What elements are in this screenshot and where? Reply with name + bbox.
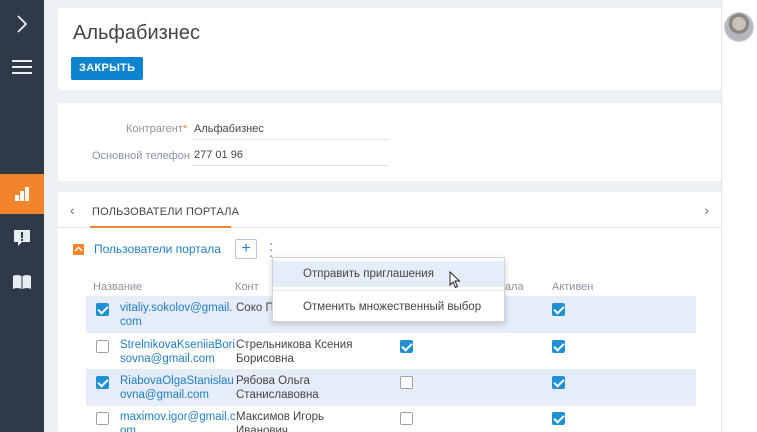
menu-cancel-multiselect[interactable]: Отменить множественный выбор [273, 294, 504, 320]
detail-title[interactable]: Пользователи портала [94, 242, 221, 256]
user-name-link[interactable]: RiabovaOlgaStanislauovna@gmail.com [120, 374, 236, 402]
user-name-link[interactable]: maximov.igor@gmail.com [120, 410, 236, 432]
tab-next-icon[interactable]: › [704, 202, 709, 218]
right-sidebar [721, 0, 757, 432]
tab-bar: ‹ ПОЛЬЗОВАТЕЛИ ПОРТАЛА › [58, 192, 721, 228]
table-row[interactable]: RiabovaOlgaStanislauovna@gmail.com Рябова… [86, 369, 696, 406]
active-checkbox[interactable] [552, 412, 565, 425]
close-button[interactable]: ЗАКРЫТЬ [71, 57, 144, 80]
page-title: Альфабизнес [73, 22, 200, 44]
portal-checkbox[interactable] [400, 340, 413, 353]
mouse-cursor-icon [449, 271, 461, 289]
tab-portal-users[interactable]: ПОЛЬЗОВАТЕЛИ ПОРТАЛА [92, 206, 239, 218]
row-select-checkbox[interactable] [96, 412, 109, 425]
profile-card: Контрагент* Альфабизнес Основной телефон… [58, 103, 721, 181]
table-row[interactable]: StrelnikovaKseniiaBorisovna@gmail.com Стр… [86, 333, 696, 370]
portal-checkbox[interactable] [400, 412, 413, 425]
context-menu: Отправить приглашения Отменить множестве… [272, 257, 505, 322]
account-value[interactable]: Альфабизнес [194, 123, 264, 135]
user-name-link[interactable]: StrelnikovaKseniiaBorisovna@gmail.com [120, 338, 236, 366]
active-checkbox[interactable] [552, 376, 565, 389]
active-checkbox[interactable] [552, 340, 565, 353]
active-checkbox[interactable] [552, 303, 565, 316]
contact-cell: Стрельникова Ксения Борисовна [236, 339, 353, 365]
row-select-checkbox[interactable] [96, 303, 109, 316]
left-sidebar [0, 0, 44, 432]
add-button[interactable]: + [235, 239, 257, 259]
column-active[interactable]: Активен [552, 281, 593, 293]
analytics-icon[interactable] [0, 174, 44, 214]
contact-cell: Максимов Игорь Иванович [236, 411, 325, 432]
column-contact[interactable]: Конт [235, 281, 259, 293]
contact-cell: Рябова Ольга Станиславовна [236, 375, 319, 401]
header-card: Альфабизнес ЗАКРЫТЬ [58, 8, 721, 90]
active-tab-indicator [90, 226, 231, 228]
row-select-checkbox[interactable] [96, 376, 109, 389]
phone-label: Основной телефон [92, 150, 190, 162]
portal-checkbox[interactable] [400, 376, 413, 389]
tab-prev-icon[interactable]: ‹ [70, 202, 75, 218]
column-name[interactable]: Название [93, 281, 142, 293]
user-name-link[interactable]: vitaliy.sokolov@gmail.com [120, 301, 236, 329]
knowledge-base-icon[interactable] [0, 262, 44, 302]
phone-value[interactable]: 277 01 96 [194, 149, 243, 161]
more-actions-icon[interactable]: · · · [267, 236, 275, 262]
menu-hamburger-icon[interactable] [0, 47, 44, 87]
collapse-icon[interactable] [73, 244, 84, 255]
row-select-checkbox[interactable] [96, 340, 109, 353]
expand-chevron-icon[interactable] [0, 4, 44, 44]
menu-divider [273, 290, 504, 291]
account-label: Контрагент* [126, 123, 188, 135]
table-row[interactable]: maximov.igor@gmail.com Максимов Игорь Ива… [86, 405, 696, 432]
avatar[interactable] [724, 12, 754, 42]
menu-send-invitations[interactable]: Отправить приглашения [273, 261, 504, 287]
notifications-icon[interactable] [0, 218, 44, 258]
